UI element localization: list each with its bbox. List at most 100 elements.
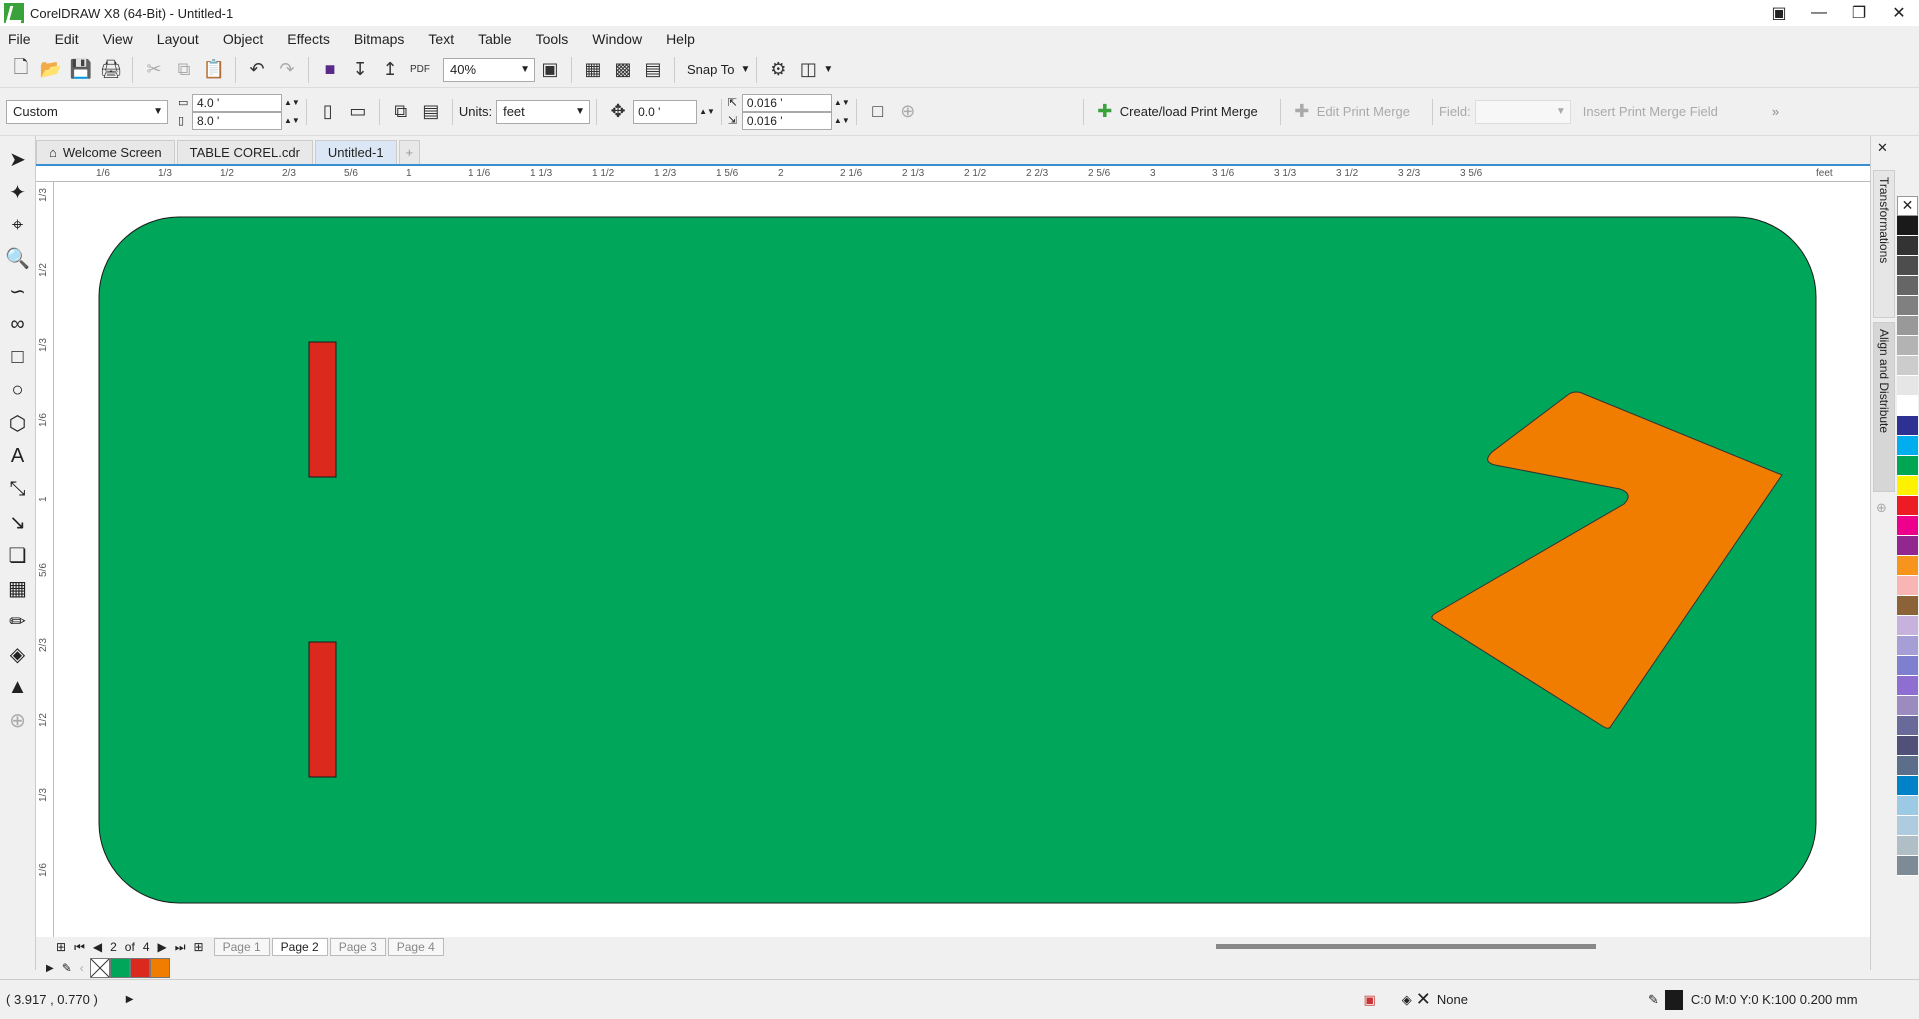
docker-tab-align-distribute[interactable]: Align and Distribute (1873, 322, 1895, 492)
eyedropper-icon[interactable]: ✏ (3, 606, 33, 636)
add-tool-icon[interactable]: ⊕ (3, 705, 33, 735)
page-tab-1[interactable]: Page 1 (213, 938, 270, 956)
rectangle-tool-icon[interactable]: □ (3, 342, 33, 372)
show-rulers-icon[interactable]: ▦ (578, 56, 608, 84)
show-guidelines-icon[interactable]: ▤ (638, 56, 668, 84)
snap-to-button[interactable]: Snap To (687, 62, 734, 77)
menu-file[interactable]: File (8, 31, 31, 47)
menu-edit[interactable]: Edit (55, 31, 79, 47)
vertical-ruler[interactable]: 1/3 1/2 1/3 1/6 1 5/6 2/3 1/2 1/3 1/6 (36, 182, 54, 937)
show-grid-icon[interactable]: ▩ (608, 56, 638, 84)
add-page-after-icon[interactable]: ⊞ (194, 940, 204, 954)
application-launcher-icon[interactable]: ◫ (793, 56, 823, 84)
publish-pdf-icon[interactable]: PDF (405, 56, 435, 84)
palette-color-swatch[interactable] (1897, 756, 1918, 776)
spinner-icon[interactable]: ▲▼ (699, 107, 715, 116)
polygon-tool-icon[interactable]: ⬡ (3, 408, 33, 438)
palette-color-swatch[interactable] (1897, 576, 1918, 596)
tab-table-corel[interactable]: TABLE COREL.cdr (176, 140, 313, 164)
spinner-icon[interactable]: ▲▼ (834, 116, 850, 125)
all-pages-icon[interactable]: ⧉ (386, 98, 416, 126)
palette-color-swatch[interactable] (1897, 236, 1918, 256)
open-icon[interactable]: 📂 (36, 56, 66, 84)
cut-icon[interactable]: ✂ (139, 56, 169, 84)
palette-color-swatch[interactable] (1897, 356, 1918, 376)
add-page-before-icon[interactable]: ⊞ (56, 940, 66, 954)
palette-color-swatch[interactable] (1897, 736, 1918, 756)
current-page-icon[interactable]: ▤ (416, 98, 446, 126)
paste-icon[interactable]: 📋 (199, 56, 229, 84)
crop-tool-icon[interactable]: ⌖ (3, 210, 33, 240)
chevron-down-icon[interactable]: ▼ (823, 64, 833, 75)
create-print-merge-button[interactable]: Create/load Print Merge (1120, 104, 1258, 119)
freehand-tool-icon[interactable]: ∽ (3, 276, 33, 306)
smart-fill-icon[interactable]: ▲ (3, 672, 33, 702)
spinner-icon[interactable]: ▲▼ (284, 98, 300, 107)
expand-status-icon[interactable]: ▶ (126, 994, 134, 1005)
minimize-icon[interactable]: — (1799, 0, 1839, 26)
interactive-fill-icon[interactable]: ◈ (3, 639, 33, 669)
palette-color-swatch[interactable] (1897, 456, 1918, 476)
page-tab-2[interactable]: Page 2 (271, 938, 328, 956)
full-screen-icon[interactable]: ▣ (535, 56, 565, 84)
palette-color-swatch[interactable] (1897, 676, 1918, 696)
palette-color-swatch[interactable] (1897, 836, 1918, 856)
menu-help[interactable]: Help (666, 31, 695, 47)
palette-color-swatch[interactable] (1897, 596, 1918, 616)
treat-as-filled-icon[interactable]: □ (863, 98, 893, 126)
palette-color-swatch[interactable] (1897, 796, 1918, 816)
palette-color-swatch[interactable] (1897, 656, 1918, 676)
import-icon[interactable]: ↧ (345, 56, 375, 84)
horizontal-ruler[interactable]: 1/6 1/3 1/2 2/3 5/6 1 1 1/6 1 1/3 1 1/2 1 2/3 1 5/… (36, 164, 1870, 182)
redo-icon[interactable]: ↷ (272, 56, 302, 84)
palette-color-swatch[interactable] (1897, 216, 1918, 236)
red-rectangle-top[interactable] (308, 341, 337, 478)
last-page-icon[interactable]: ⏭ (175, 940, 186, 955)
palette-color-swatch[interactable] (1897, 316, 1918, 336)
page-height-field[interactable]: 8.0 ' (192, 111, 282, 130)
save-icon[interactable]: 💾 (66, 56, 96, 84)
ellipse-tool-icon[interactable]: ○ (3, 375, 33, 405)
palette-color-swatch[interactable] (1897, 496, 1918, 516)
pick-tool-icon[interactable]: ➤ (3, 144, 33, 174)
palette-color-swatch[interactable] (1897, 436, 1918, 456)
spinner-icon[interactable]: ▲▼ (834, 98, 850, 107)
portrait-icon[interactable]: ▯ (313, 98, 343, 126)
help-icon[interactable]: ▣ (1759, 0, 1799, 26)
units-combo[interactable]: feet ▼ (496, 99, 591, 124)
page-tab-4[interactable]: Page 4 (387, 938, 444, 956)
first-page-icon[interactable]: ⏮ (74, 940, 85, 955)
add-docker-icon[interactable]: ⊕ (1876, 500, 1887, 516)
export-icon[interactable]: ↥ (375, 56, 405, 84)
page-width-field[interactable]: 4.0 ' (192, 93, 282, 112)
transparency-icon[interactable]: ▦ (3, 573, 33, 603)
shape-tool-icon[interactable]: ✦ (3, 177, 33, 207)
palette-color-swatch[interactable] (1897, 856, 1918, 876)
chevron-right-icon[interactable]: » (1772, 104, 1779, 119)
new-document-icon[interactable]: 🗋 (6, 56, 36, 84)
palette-color-swatch[interactable] (1897, 696, 1918, 716)
palette-color-swatch[interactable] (1897, 276, 1918, 296)
color-proofing-icon[interactable]: ▣ (1363, 992, 1375, 1008)
palette-color-swatch[interactable] (1897, 396, 1918, 416)
green-swatch[interactable] (109, 958, 130, 978)
dimension-tool-icon[interactable]: ⤡ (3, 474, 33, 504)
dup-x-field[interactable]: 0.016 ' (741, 93, 832, 112)
insert-print-merge-field-button[interactable]: Insert Print Merge Field (1583, 104, 1718, 119)
palette-no-color-swatch[interactable]: ✕ (1897, 196, 1918, 216)
menu-table[interactable]: Table (478, 31, 511, 47)
text-tool-icon[interactable]: A (3, 441, 33, 471)
palette-color-swatch[interactable] (1897, 716, 1918, 736)
close-docker-icon[interactable]: ✕ (1877, 140, 1888, 156)
chevron-down-icon[interactable]: ▼ (740, 64, 750, 75)
no-color-swatch[interactable] (89, 958, 110, 978)
nudge-distance-field[interactable]: 0.0 ' (633, 99, 698, 124)
page-size-combo[interactable]: Custom ▼ (6, 99, 168, 124)
palette-color-swatch[interactable] (1897, 776, 1918, 796)
page-tab-3[interactable]: Page 3 (329, 938, 386, 956)
menu-text[interactable]: Text (428, 31, 454, 47)
options-gear-icon[interactable]: ⚙ (763, 56, 793, 84)
docker-tab-transformations[interactable]: Transformations (1873, 170, 1895, 318)
zoom-level-combo[interactable]: 40% ▼ (443, 57, 535, 82)
palette-color-swatch[interactable] (1897, 556, 1918, 576)
